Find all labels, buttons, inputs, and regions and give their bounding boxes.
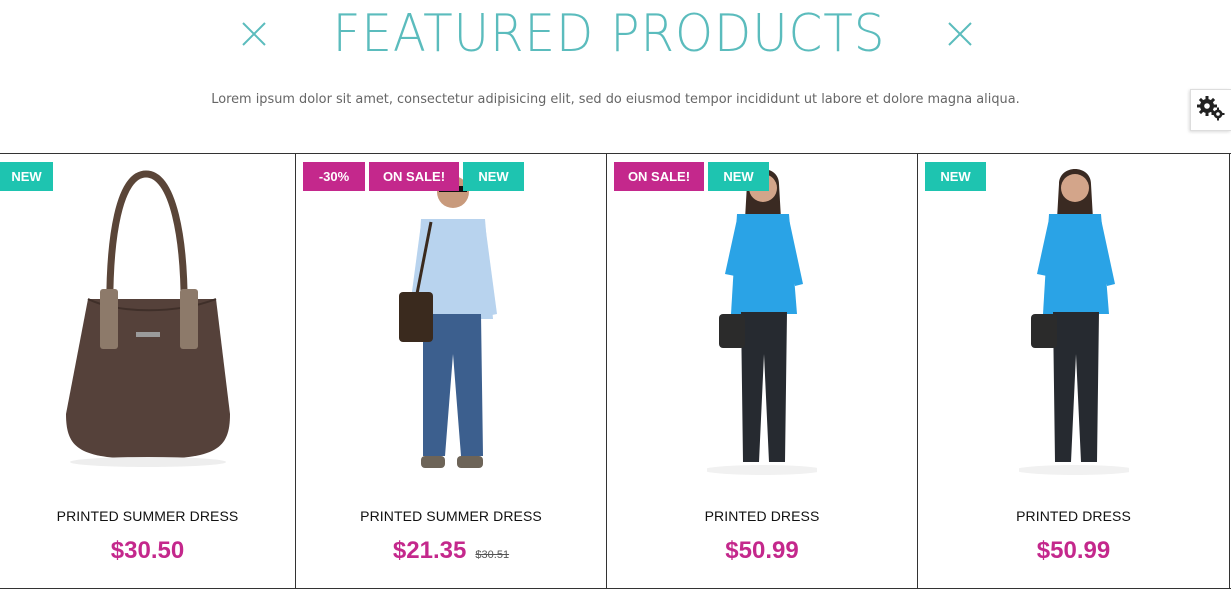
price-row: $21.35 $30.51 — [296, 534, 606, 568]
badge-new: NEW — [0, 162, 53, 191]
product-name[interactable]: PRINTED SUMMER DRESS — [296, 506, 606, 526]
product-card[interactable]: NEW PRINTED SUMMER DRESS $30.50 — [0, 154, 296, 588]
product-grid: NEW PRINTED SUMMER DRESS $30.50 -30% ON … — [0, 153, 1231, 589]
product-price: $30.50 — [110, 537, 185, 564]
product-image-woman-blue-top[interactable] — [918, 164, 1229, 494]
product-image-man-with-shoulder-bag[interactable] — [296, 164, 606, 494]
price-row: $50.99 — [607, 534, 917, 568]
settings-button[interactable] — [1190, 89, 1231, 131]
product-card[interactable]: -30% ON SALE! NEW PRINTED SUMMER DRESS $… — [296, 154, 607, 588]
product-image-brown-handbag[interactable] — [0, 164, 295, 494]
decorative-x-icon — [946, 20, 974, 48]
price-row: $50.99 — [918, 534, 1229, 568]
product-image-woman-blue-top[interactable] — [607, 164, 917, 494]
decorative-x-icon — [240, 20, 268, 48]
badge-new: NEW — [708, 162, 769, 191]
section-header: FEATURED PRODUCTS Lorem ipsum dolor sit … — [0, 0, 1231, 140]
product-card[interactable]: ON SALE! NEW PRINTED DRESS $50.99 — [607, 154, 918, 588]
badge-on-sale: ON SALE! — [369, 162, 459, 191]
badge-new: NEW — [463, 162, 524, 191]
gears-icon — [1196, 95, 1226, 125]
product-name[interactable]: PRINTED DRESS — [918, 506, 1229, 526]
price-row: $30.50 — [0, 534, 295, 568]
product-price: $21.35 — [392, 537, 467, 564]
section-title: FEATURED PRODUCTS — [332, 4, 886, 64]
product-name[interactable]: PRINTED SUMMER DRESS — [0, 506, 295, 526]
product-name[interactable]: PRINTED DRESS — [607, 506, 917, 526]
product-price: $50.99 — [725, 537, 799, 564]
product-old-price: $30.51 — [475, 549, 510, 561]
product-price: $50.99 — [1036, 537, 1111, 564]
badge-on-sale: ON SALE! — [614, 162, 704, 191]
product-card[interactable]: NEW PRINTED DRESS $50.99 — [918, 154, 1230, 588]
badge-discount: -30% — [303, 162, 365, 191]
badge-new: NEW — [925, 162, 986, 191]
section-subtitle: Lorem ipsum dolor sit amet, consectetur … — [211, 91, 1020, 107]
title-row: FEATURED PRODUCTS — [0, 0, 1231, 70]
